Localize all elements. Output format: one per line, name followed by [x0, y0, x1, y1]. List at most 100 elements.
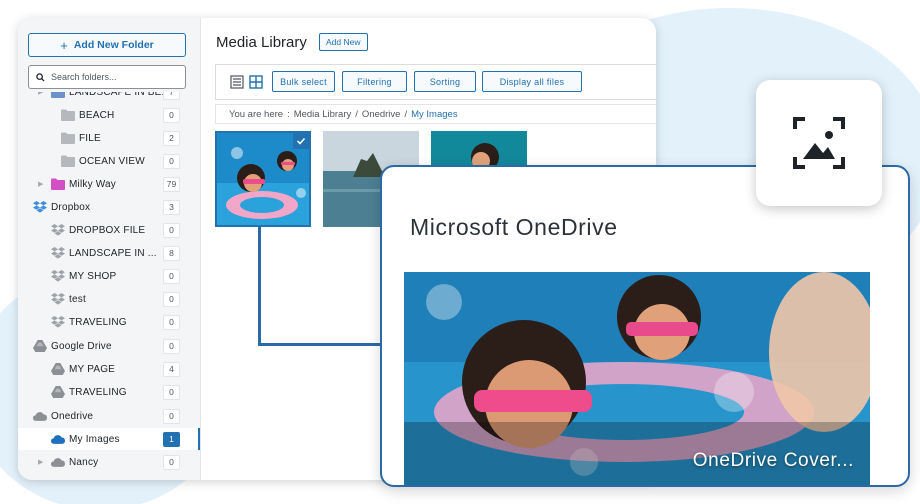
sidebar-item-label: MY SHOP	[69, 270, 117, 282]
sidebar-item-label: My Images	[69, 433, 120, 445]
sidebar-item-label: FILE	[79, 132, 101, 144]
folder-tree: ▶ LANDSCAPE IN BE... 7 BEACH 0 FILE 2 OCEAN VIE…	[18, 92, 200, 480]
add-new-folder-label: Add New Folder	[73, 39, 154, 51]
sidebar-item-count: 0	[163, 408, 180, 424]
onedrive-cover-image[interactable]: OneDrive Cover...	[404, 272, 870, 485]
expand-arrow-icon[interactable]: ▶	[38, 180, 43, 188]
image-icon-tile	[756, 80, 882, 206]
connector-line	[258, 227, 261, 346]
folder-icon	[61, 109, 75, 121]
folder-icon	[61, 132, 75, 144]
sidebar-item-count: 3	[163, 199, 180, 215]
onedrive-icon	[33, 410, 47, 422]
breadcrumb-item[interactable]: Media Library	[294, 109, 352, 120]
folder-icon	[51, 92, 65, 98]
sidebar-item-count: 0	[163, 384, 180, 400]
sidebar-item-google-drive[interactable]: Google Drive 0	[18, 335, 200, 357]
sidebar-item-count: 79	[163, 176, 180, 192]
folder-sidebar: + Add New Folder ▶ LANDSCAPE IN BE...7 BEA…	[18, 18, 201, 480]
google-drive-icon	[33, 340, 47, 352]
sidebar-item-count: 0	[163, 153, 180, 169]
breadcrumb-prefix: You are here	[229, 108, 284, 120]
sidebar-item-count: 1	[163, 431, 180, 447]
list-view-icon[interactable]	[230, 75, 244, 89]
sidebar-item-label: Dropbox	[51, 201, 91, 213]
sidebar-item-file[interactable]: FILE 2	[18, 127, 200, 149]
expand-arrow-icon[interactable]: ▶	[38, 458, 43, 466]
sidebar-item-landscape-in[interactable]: LANDSCAPE IN ... 8	[18, 242, 200, 264]
filtering-button[interactable]: Filtering	[342, 71, 407, 92]
breadcrumb-item[interactable]: Onedrive	[362, 109, 401, 120]
folder-icon	[61, 155, 75, 167]
sidebar-item-my-images[interactable]: My Images 1	[18, 428, 200, 450]
sidebar-item-label: TRAVELING	[69, 386, 127, 398]
image-icon	[793, 117, 845, 169]
sidebar-item-traveling[interactable]: TRAVELING 0	[18, 381, 200, 403]
sidebar-item-count: 0	[163, 291, 180, 307]
breadcrumb-separator: /	[404, 108, 408, 120]
breadcrumb-current[interactable]: My Images	[411, 109, 457, 120]
dropbox-icon	[51, 224, 65, 236]
sidebar-item-count: 0	[163, 338, 180, 354]
onedrive-icon	[51, 456, 65, 468]
sidebar-item-label: BEACH	[79, 109, 115, 121]
sidebar-item-dropbox[interactable]: Dropbox 3	[18, 196, 200, 218]
connector-line	[258, 343, 382, 346]
bulk-select-button[interactable]: Bulk select	[272, 71, 335, 92]
sidebar-item-count: 0	[163, 268, 180, 284]
sidebar-item-ocean-view[interactable]: OCEAN VIEW 0	[18, 150, 200, 172]
sidebar-item-landscape-in-be[interactable]: ▶ LANDSCAPE IN BE... 7	[18, 92, 200, 103]
sidebar-item-label: TRAVELING	[69, 316, 127, 328]
breadcrumb: You are here : Media Library / Onedrive …	[215, 104, 656, 124]
sidebar-item-nancy[interactable]: ▶ Nancy 0	[18, 451, 200, 473]
display-all-files-button[interactable]: Display all files	[482, 71, 582, 92]
sidebar-item-my-page[interactable]: MY PAGE 4	[18, 358, 200, 380]
sidebar-item-count: 7	[163, 92, 180, 100]
sidebar-item-count: 2	[163, 130, 180, 146]
sidebar-item-label: OCEAN VIEW	[79, 155, 145, 167]
expand-arrow-icon[interactable]: ▶	[38, 92, 43, 96]
media-toolbar: Bulk select Filtering Sorting Display al…	[215, 64, 656, 100]
sorting-button[interactable]: Sorting	[414, 71, 476, 92]
sidebar-item-count: 0	[163, 222, 180, 238]
plus-icon: +	[60, 37, 68, 53]
add-new-button[interactable]: Add New	[319, 33, 368, 51]
dropbox-icon	[51, 247, 65, 259]
dropbox-icon	[51, 293, 65, 305]
sidebar-item-label: Onedrive	[51, 410, 94, 422]
sidebar-item-count: 0	[163, 107, 180, 123]
folder-icon	[51, 178, 65, 190]
sidebar-item-label: LANDSCAPE IN ...	[69, 247, 157, 259]
grid-view-icon[interactable]	[249, 75, 263, 89]
dropbox-icon	[51, 316, 65, 328]
sidebar-item-label: MY PAGE	[69, 363, 116, 375]
media-thumbnail-selected[interactable]	[215, 131, 311, 227]
sidebar-item-count: 4	[163, 361, 180, 377]
search-folders-field[interactable]	[28, 65, 186, 89]
search-folders-input[interactable]	[51, 72, 171, 82]
selected-check-icon[interactable]	[293, 133, 309, 149]
sidebar-item-count: 0	[163, 314, 180, 330]
sidebar-item-label: test	[69, 293, 86, 305]
sidebar-item-test[interactable]: test 0	[18, 288, 200, 310]
sidebar-item-count: 8	[163, 245, 180, 261]
dropbox-icon	[33, 201, 47, 213]
onedrive-cover-caption: OneDrive Cover...	[692, 450, 854, 471]
onedrive-icon	[51, 433, 65, 445]
sidebar-item-count: 0	[163, 454, 180, 470]
dropbox-icon	[51, 270, 65, 282]
google-drive-icon	[51, 386, 65, 398]
page-title: Media Library	[216, 34, 307, 51]
sidebar-item-beach[interactable]: BEACH 0	[18, 104, 200, 126]
sidebar-item-label: Google Drive	[51, 340, 112, 352]
sidebar-item-my-shop[interactable]: MY SHOP 0	[18, 265, 200, 287]
sidebar-item-onedrive[interactable]: Onedrive 0	[18, 405, 200, 427]
onedrive-preview-card: Microsoft OneDrive OneDrive Cover...	[380, 165, 910, 487]
sidebar-item-dropbox-file[interactable]: DROPBOX FILE 0	[18, 219, 200, 241]
google-drive-icon	[51, 363, 65, 375]
onedrive-title: Microsoft OneDrive	[410, 214, 618, 240]
add-new-folder-button[interactable]: + Add New Folder	[28, 33, 186, 57]
sidebar-item-traveling[interactable]: TRAVELING 0	[18, 311, 200, 333]
sidebar-item-milky-way[interactable]: ▶ Milky Way 79	[18, 173, 200, 195]
breadcrumb-separator: :	[287, 108, 290, 120]
